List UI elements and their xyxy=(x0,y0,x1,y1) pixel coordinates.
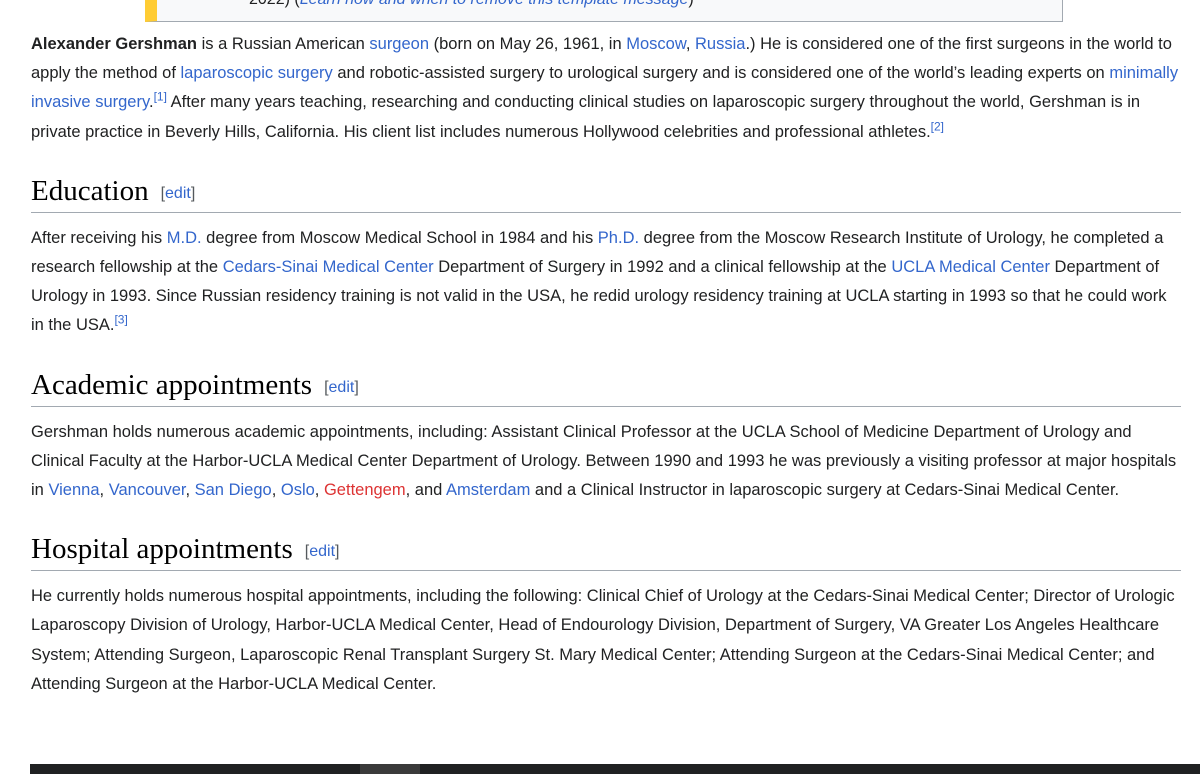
reference-2: [2] xyxy=(931,119,944,133)
edit-link-academic[interactable]: edit xyxy=(329,379,355,396)
heading-academic-appointments: Academic appointments [edit] xyxy=(31,369,1181,407)
reference-3: [3] xyxy=(114,313,127,327)
link-vienna[interactable]: Vienna xyxy=(48,481,99,499)
article-content: Alexander Gershman is a Russian American… xyxy=(31,30,1181,699)
link-vancouver[interactable]: Vancouver xyxy=(109,481,186,499)
link-san-diego[interactable]: San Diego xyxy=(195,481,272,499)
edit-link-hospital[interactable]: edit xyxy=(309,543,335,560)
remove-template-message-link[interactable]: Learn how and when to remove this templa… xyxy=(300,0,689,8)
link-ucla-medical-center[interactable]: UCLA Medical Center xyxy=(891,258,1050,276)
reference-2-link[interactable]: [2] xyxy=(931,119,944,133)
link-oslo[interactable]: Oslo xyxy=(281,481,315,499)
edit-section-education: [edit] xyxy=(160,184,196,202)
link-md[interactable]: M.D. xyxy=(167,229,202,247)
link-russia[interactable]: Russia xyxy=(695,35,745,53)
reference-1: [1] xyxy=(154,90,167,104)
link-cedars-sinai[interactable]: Cedars-Sinai Medical Center xyxy=(223,258,434,276)
subject-name: Alexander Gershman xyxy=(31,35,197,53)
edit-section-hospital: [edit] xyxy=(304,543,340,561)
redlink-gettengem[interactable]: Gettengem xyxy=(324,481,406,499)
hospital-paragraph: He currently holds numerous hospital app… xyxy=(31,587,1175,693)
reference-1-link[interactable]: [1] xyxy=(154,90,167,104)
maintenance-notice: 2022) (Learn how and when to remove this… xyxy=(145,0,1063,22)
link-surgeon[interactable]: surgeon xyxy=(369,35,429,53)
intro-paragraph: Alexander Gershman is a Russian American… xyxy=(31,35,1179,141)
edit-link-education[interactable]: edit xyxy=(165,185,191,202)
horizontal-scrollbar[interactable] xyxy=(30,764,1200,774)
edit-section-academic: [edit] xyxy=(324,378,359,396)
reference-3-link[interactable]: [3] xyxy=(114,313,127,327)
notice-text: 2022) (Learn how and when to remove this… xyxy=(249,0,694,9)
heading-hospital-appointments: Hospital appointments [edit] xyxy=(31,533,1181,572)
link-phd[interactable]: Ph.D. xyxy=(598,229,639,247)
scrollbar-thumb[interactable] xyxy=(360,764,420,774)
link-moscow[interactable]: Moscow xyxy=(626,35,686,53)
heading-education: Education [edit] xyxy=(31,175,1181,213)
link-amsterdam[interactable]: Amsterdam xyxy=(446,481,530,499)
education-paragraph: After receiving his M.D. degree from Mos… xyxy=(31,228,1167,335)
link-laparoscopic-surgery[interactable]: laparoscopic surgery xyxy=(181,64,333,82)
academic-paragraph: Gershman holds numerous academic appoint… xyxy=(31,422,1177,500)
